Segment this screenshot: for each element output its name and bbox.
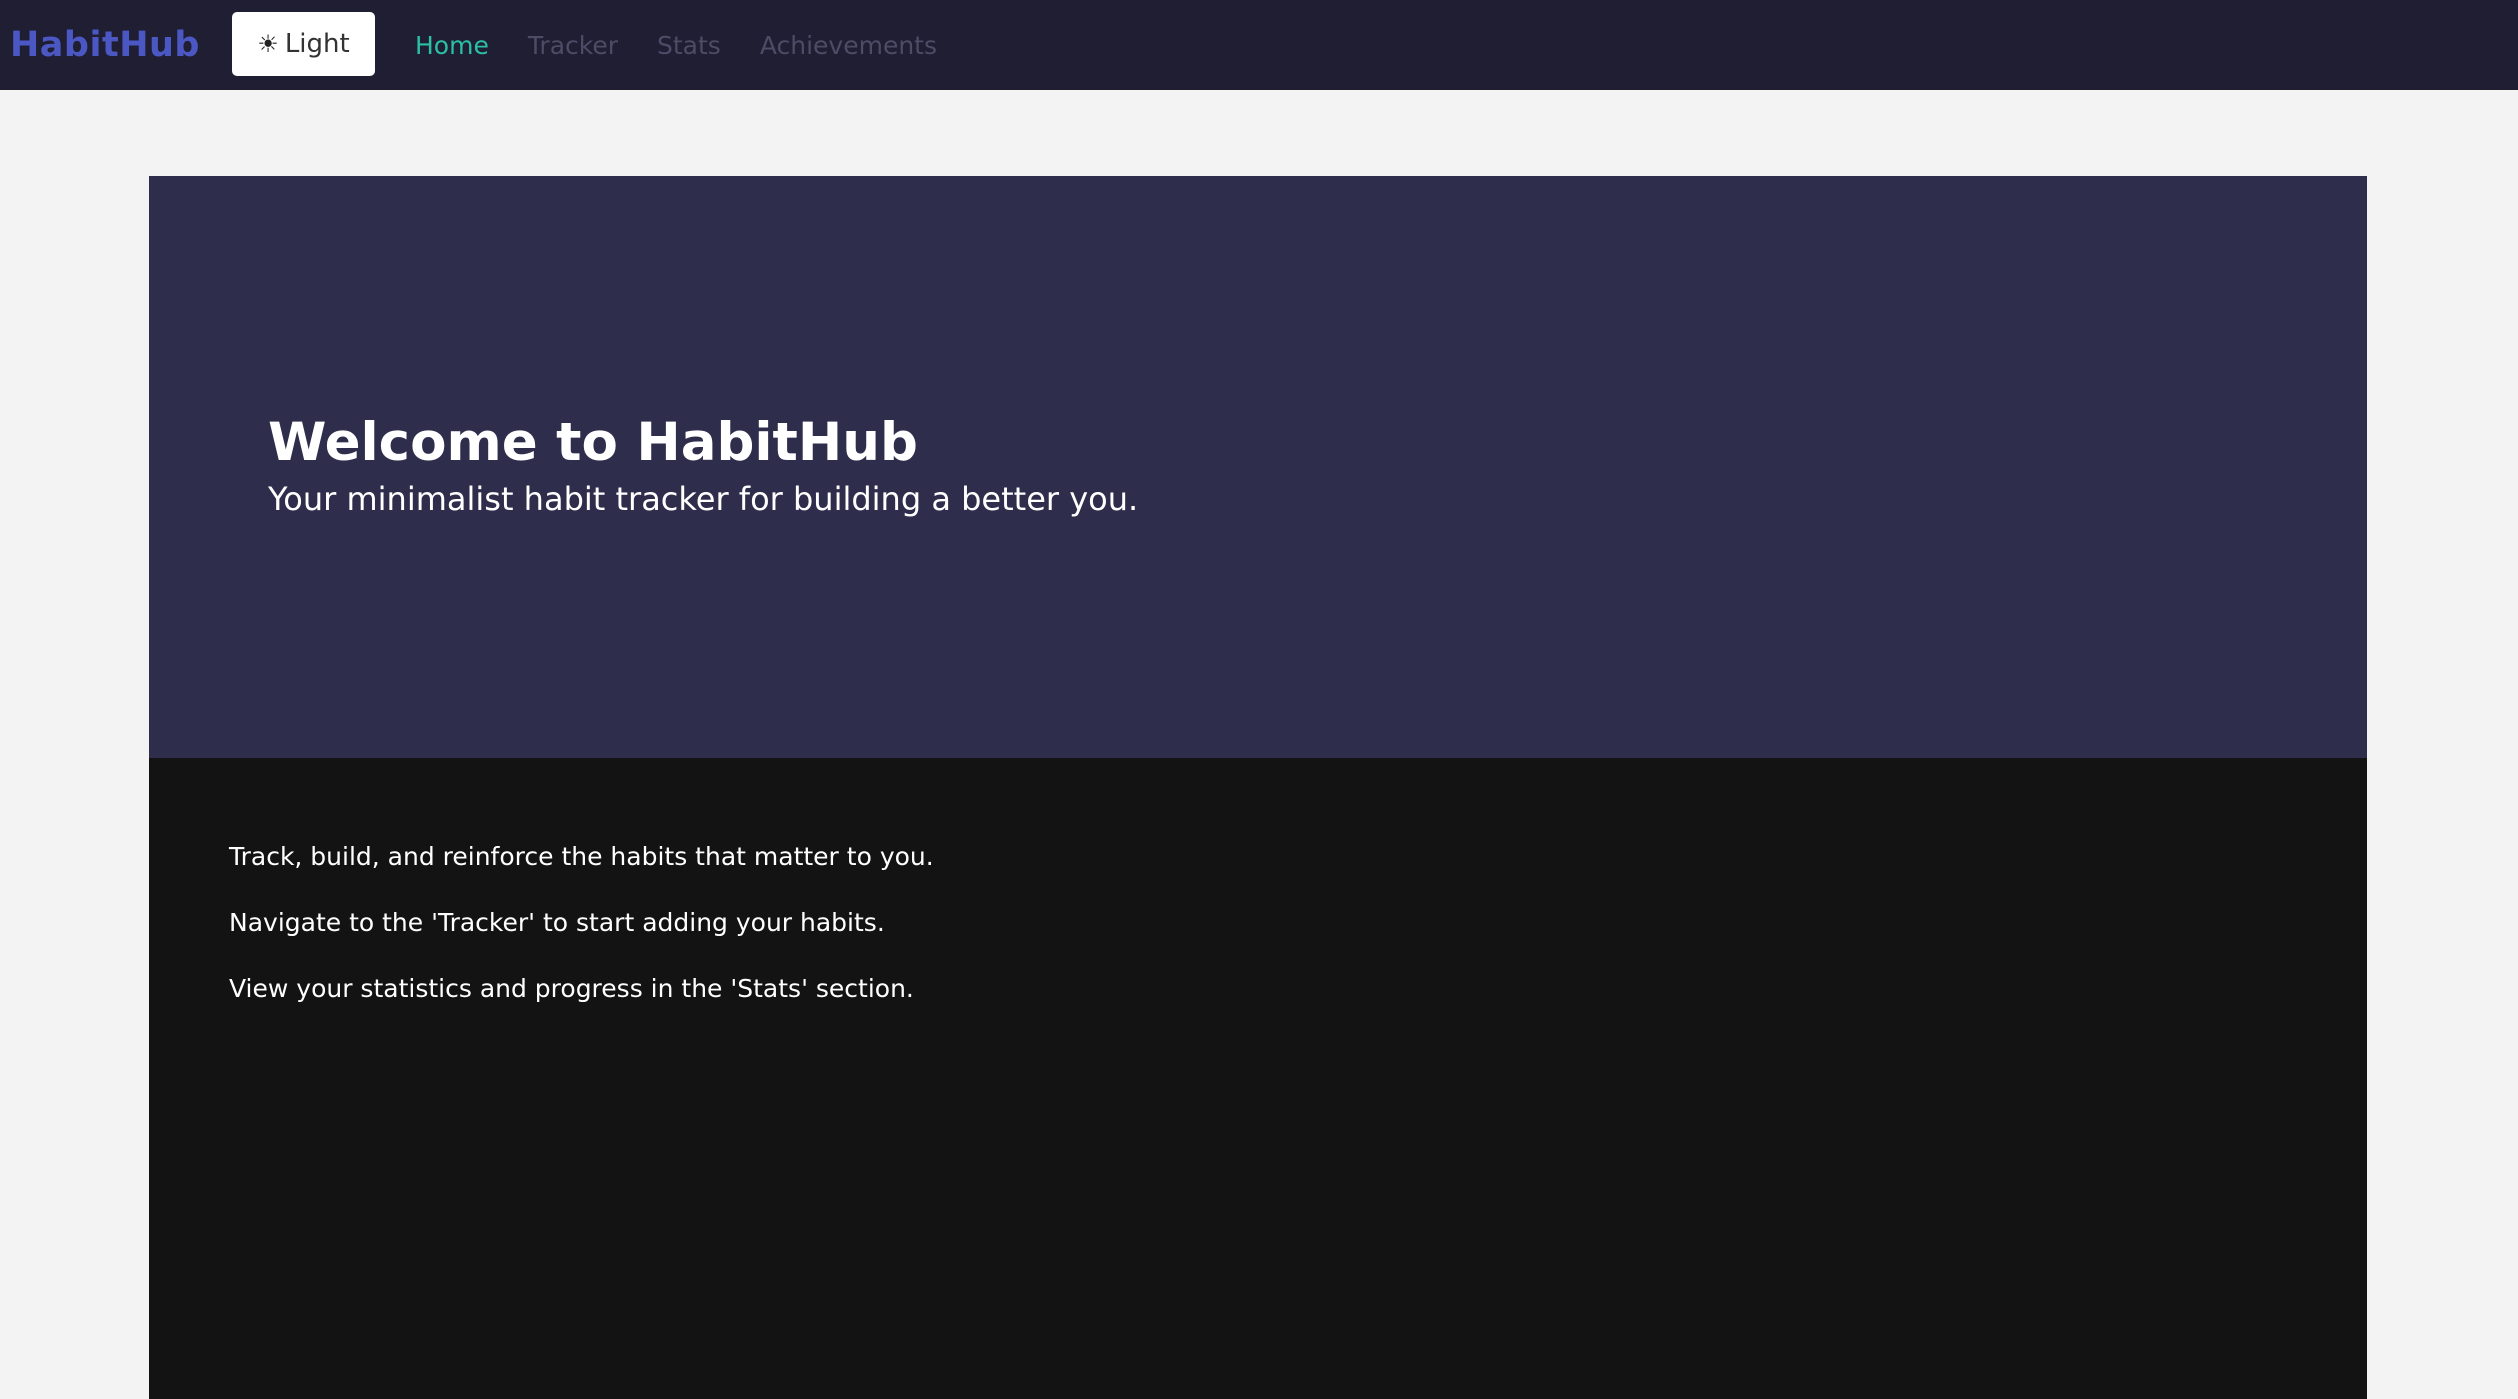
theme-toggle-label: Light — [284, 29, 350, 59]
nav-link-achievements[interactable]: Achievements — [760, 31, 937, 60]
theme-toggle-button[interactable]: ☀ Light — [232, 12, 375, 76]
hero-banner: Welcome to HabitHub Your minimalist habi… — [149, 176, 2367, 758]
sun-icon: ☀ — [257, 30, 279, 58]
nav-link-tracker[interactable]: Tracker — [528, 31, 618, 60]
top-navbar: HabitHub ☀ Light Home Tracker Stats Achi… — [0, 0, 2518, 90]
intro-section: Track, build, and reinforce the habits t… — [149, 758, 2367, 1399]
nav-link-stats[interactable]: Stats — [657, 31, 721, 60]
intro-paragraph: Track, build, and reinforce the habits t… — [229, 842, 934, 871]
brand-logo[interactable]: HabitHub — [10, 22, 200, 68]
nav-link-home[interactable]: Home — [415, 31, 489, 60]
intro-paragraph: Navigate to the 'Tracker' to start addin… — [229, 908, 885, 937]
hero-title: Welcome to HabitHub — [268, 412, 918, 473]
main-container: Welcome to HabitHub Your minimalist habi… — [149, 176, 2367, 1399]
main-nav: Home Tracker Stats Achievements — [415, 0, 976, 90]
hero-subtitle: Your minimalist habit tracker for buildi… — [268, 480, 1139, 518]
intro-paragraph: View your statistics and progress in the… — [229, 974, 914, 1003]
